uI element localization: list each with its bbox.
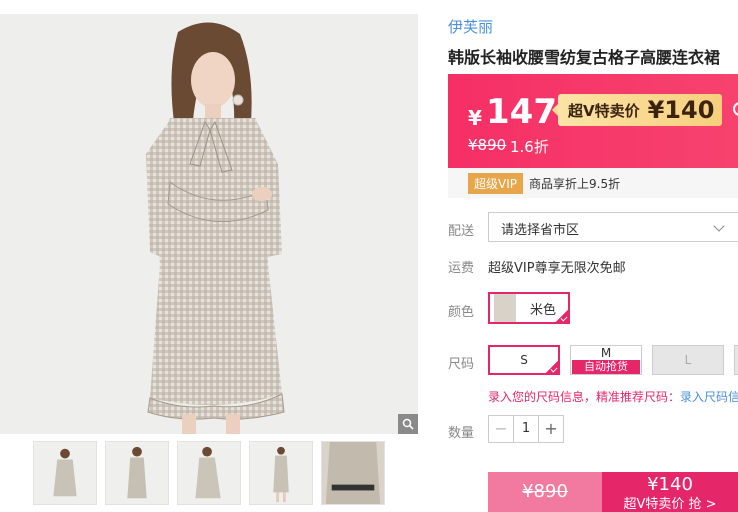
- quantity-stepper: − 1 +: [488, 415, 564, 443]
- thumbnail-3[interactable]: [177, 441, 241, 505]
- size-option-s[interactable]: S: [488, 345, 560, 375]
- product-title: 韩版长袖收腰雪纺复古格子高腰连衣裙: [448, 48, 721, 67]
- region-select-placeholder: 请选择省市区: [501, 223, 580, 238]
- selected-check-icon: [545, 360, 559, 374]
- shipping-info: 超级VIP尊享无限次免邮: [488, 261, 626, 276]
- region-select[interactable]: 请选择省市区: [488, 212, 738, 242]
- buy-original-price-button[interactable]: ¥890: [488, 472, 602, 512]
- chevron-down-icon: [713, 220, 725, 232]
- vip-promo-row: 超级VIP 商品享折上9.5折: [448, 168, 738, 198]
- size-tip-link[interactable]: 录入尺码信: [680, 390, 738, 404]
- thumbnail-strip: [33, 441, 385, 505]
- size-option-label: L: [684, 353, 692, 367]
- vip-badge: 超级VIP: [468, 172, 523, 194]
- shipping-label: 运费: [448, 261, 475, 276]
- original-price: ¥890: [468, 136, 507, 154]
- main-product-image[interactable]: [0, 14, 418, 434]
- thumbnail-4[interactable]: [249, 441, 313, 505]
- thumbnail-5[interactable]: [321, 441, 385, 505]
- size-option-label: S: [520, 353, 528, 367]
- quantity-label: 数量: [448, 426, 475, 441]
- refresh-icon: [733, 102, 738, 116]
- selected-check-icon: [555, 309, 569, 323]
- thumbnail-1[interactable]: [33, 441, 97, 505]
- quantity-decrease-button[interactable]: −: [489, 416, 513, 442]
- size-option-more: [734, 345, 738, 375]
- auto-grab-tag: 自动抢货: [572, 360, 640, 374]
- product-page: 伊芙丽 韩版长袖收腰雪纺复古格子高腰连衣裙 ¥ 147 超V特卖价 ¥140 ¥…: [0, 0, 738, 512]
- size-tip-text: 录入您的尺码信息，精准推荐尺码：: [488, 390, 681, 404]
- current-price: 147: [486, 92, 557, 132]
- vip-price-label: 超V特卖价: [568, 101, 640, 120]
- thumbnail-2[interactable]: [105, 441, 169, 505]
- buy-vip-price: ¥140: [647, 474, 693, 495]
- size-option-l: L: [652, 345, 724, 375]
- quantity-input[interactable]: 1: [513, 416, 539, 442]
- color-option-beige[interactable]: 米色: [488, 292, 570, 324]
- magnifier-icon[interactable]: [398, 414, 418, 434]
- color-swatch-image: [494, 294, 516, 322]
- price-panel: ¥ 147 超V特卖价 ¥140 ¥890 1.6折: [448, 74, 738, 168]
- quantity-increase-button[interactable]: +: [539, 416, 563, 442]
- price-currency: ¥: [468, 106, 482, 130]
- buy-vip-price-button[interactable]: ¥140 超V特卖价 抢 >: [602, 472, 738, 512]
- color-label: 颜色: [448, 305, 475, 320]
- discount-rate: 1.6折: [510, 138, 549, 156]
- size-option-m[interactable]: M 自动抢货: [570, 345, 642, 375]
- vip-price-tag: 超V特卖价 ¥140: [551, 94, 723, 126]
- dress-model-illustration: [0, 14, 418, 434]
- color-option-label: 米色: [530, 302, 557, 318]
- brand-name[interactable]: 伊芙丽: [448, 16, 493, 37]
- size-recommend-tip: 录入您的尺码信息，精准推荐尺码：录入尺码信: [488, 388, 738, 405]
- buy-original-price: ¥890: [522, 481, 568, 502]
- vip-promo-note: 商品享折上9.5折: [529, 176, 621, 191]
- buy-vip-label: 超V特卖价 抢 >: [623, 497, 717, 512]
- vip-price-value: ¥140: [647, 96, 715, 124]
- size-option-label: M: [600, 346, 612, 360]
- delivery-label: 配送: [448, 224, 475, 239]
- size-label: 尺码: [448, 357, 475, 372]
